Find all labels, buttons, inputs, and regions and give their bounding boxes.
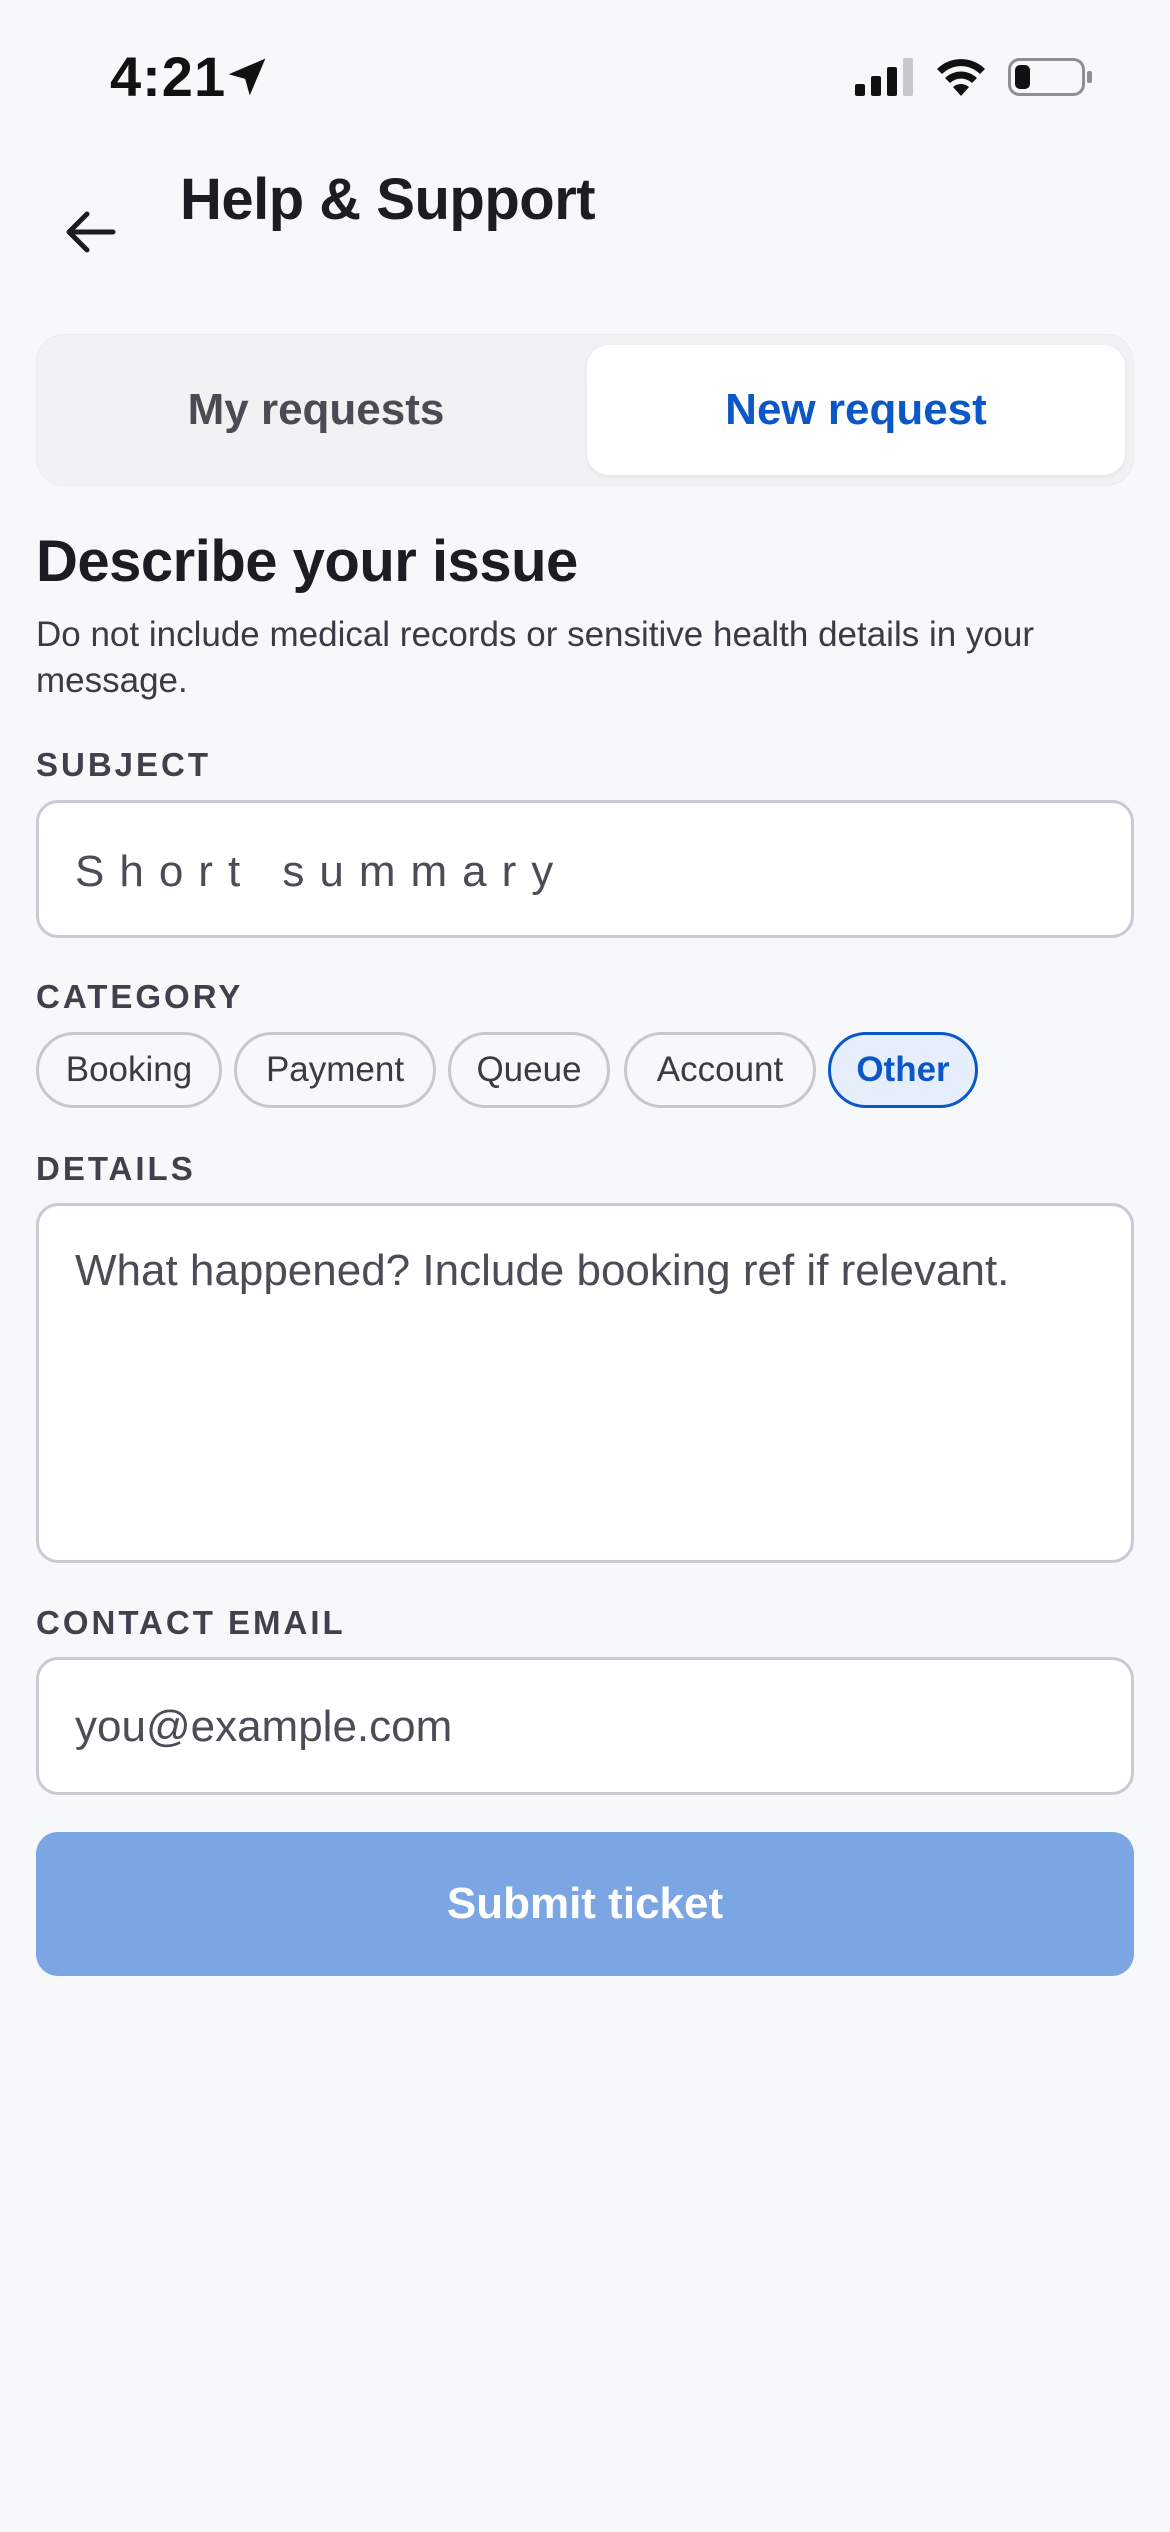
location-arrow-icon	[228, 58, 266, 96]
wifi-icon	[937, 59, 985, 96]
cellular-signal-icon	[855, 58, 913, 96]
back-button[interactable]	[58, 200, 122, 264]
tab-my-requests[interactable]: My requests	[47, 345, 585, 475]
help-support-screen: 4:21 Help & Support My requests New requ…	[0, 0, 1170, 2532]
status-bar: 4:21	[0, 0, 1170, 150]
chip-account[interactable]: Account	[624, 1032, 816, 1108]
category-chips: Booking Payment Queue Account Other	[36, 1032, 1136, 1110]
arrow-left-icon	[66, 211, 116, 253]
subject-input[interactable]: Short summary	[36, 800, 1134, 938]
category-label: CATEGORY	[36, 978, 244, 1015]
email-input[interactable]: you@example.com	[36, 1657, 1134, 1795]
page-title: Help & Support	[180, 167, 596, 232]
chip-other[interactable]: Other	[828, 1032, 978, 1108]
email-placeholder: you@example.com	[75, 1702, 453, 1751]
status-time: 4:21	[110, 45, 227, 108]
privacy-note: Do not include medical records or sensit…	[36, 615, 1035, 700]
form-title: Describe your issue	[36, 529, 578, 594]
details-label: DETAILS	[36, 1150, 196, 1187]
email-label: CONTACT EMAIL	[36, 1604, 346, 1641]
subject-placeholder: Short summary	[75, 847, 569, 896]
chip-booking[interactable]: Booking	[36, 1032, 222, 1108]
battery-icon	[1008, 58, 1092, 96]
submit-ticket-button[interactable]: Submit ticket	[36, 1832, 1134, 1976]
tab-new-request[interactable]: New request	[587, 345, 1125, 475]
details-placeholder: What happened? Include booking ref if re…	[75, 1246, 1010, 1295]
chip-payment[interactable]: Payment	[234, 1032, 436, 1108]
subject-label: SUBJECT	[36, 746, 212, 783]
request-tabs: My requests New request	[36, 334, 1134, 486]
chip-queue[interactable]: Queue	[448, 1032, 610, 1108]
details-textarea[interactable]: What happened? Include booking ref if re…	[36, 1203, 1134, 1563]
